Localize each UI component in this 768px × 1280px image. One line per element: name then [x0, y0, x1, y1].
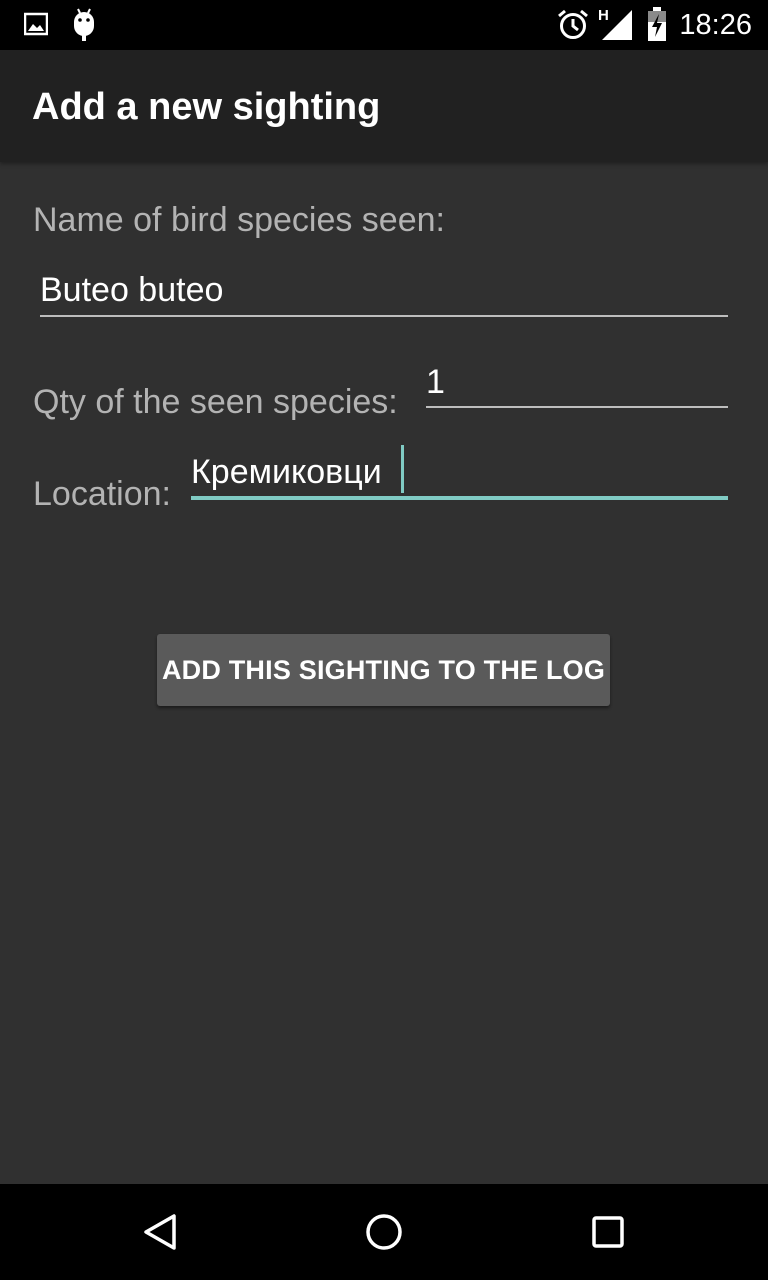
home-icon[interactable] [360, 1208, 408, 1256]
alarm-icon [557, 9, 589, 46]
signal-icon [600, 8, 634, 47]
status-bar: H 18:26 [0, 0, 768, 50]
qty-input[interactable]: 1 [426, 362, 728, 402]
species-input-underline [40, 315, 728, 317]
text-cursor [401, 445, 404, 493]
image-icon [23, 12, 49, 41]
species-input[interactable]: Buteo buteo [40, 270, 728, 310]
android-debug-icon [72, 8, 96, 47]
qty-label: Qty of the seen species: [33, 383, 398, 421]
location-input-underline [191, 496, 728, 500]
action-bar: Add a new sighting [0, 50, 768, 162]
status-time: 18:26 [679, 9, 752, 41]
location-label: Location: [33, 475, 171, 513]
add-sighting-button[interactable]: ADD THIS SIGHTING TO THE LOG [157, 634, 610, 706]
recents-icon[interactable] [584, 1208, 632, 1256]
page-title: Add a new sighting [32, 86, 381, 128]
species-label: Name of bird species seen: [33, 201, 445, 239]
qty-input-underline [426, 406, 728, 408]
battery-charging-icon [646, 6, 668, 47]
location-input[interactable]: Кремиковци [191, 452, 728, 492]
app-screen: H 18:26 Add a new sighting Name of bird … [0, 0, 768, 1280]
navigation-bar [0, 1184, 768, 1280]
back-icon[interactable] [136, 1208, 184, 1256]
